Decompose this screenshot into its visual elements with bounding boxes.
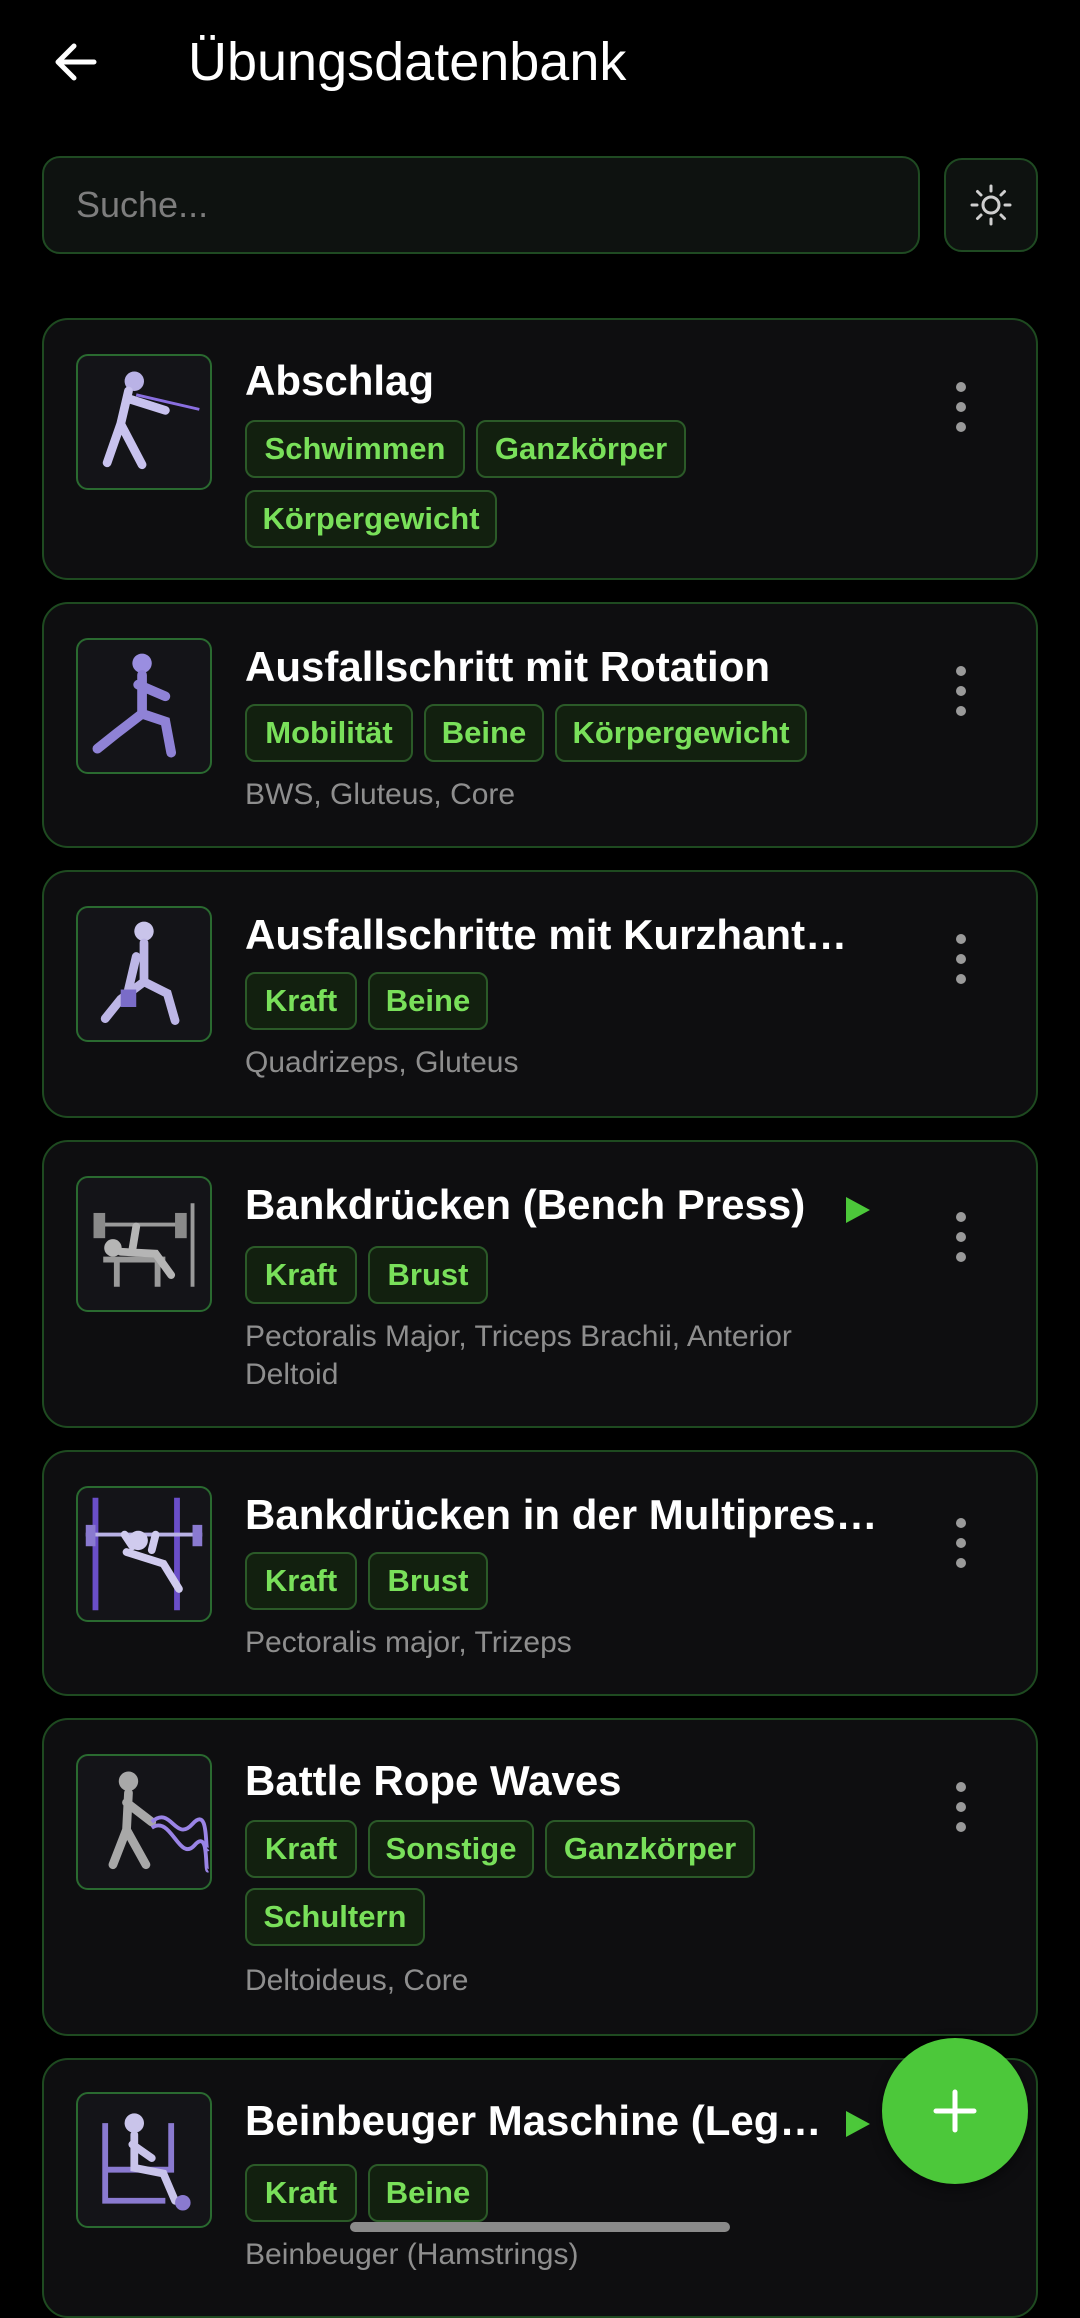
more-options-button[interactable]: [946, 934, 976, 984]
exercise-card[interactable]: Ausfallschritt mit Rotation Mobilität Be…: [42, 602, 1038, 848]
tag: Beine: [368, 972, 488, 1030]
more-options-button[interactable]: [946, 666, 976, 716]
muscle-groups: Pectoralis Major, Triceps Brachii, Anter…: [245, 1320, 792, 1391]
exercise-name: Bankdrücken (Bench Press): [245, 1181, 806, 1228]
page-title: Übungsdatenbank: [188, 32, 627, 92]
bench-press-figure-icon: [76, 1176, 212, 1312]
tag: Kraft: [245, 2164, 357, 2222]
exercise-name: Beinbeuger Maschine (Leg ...: [245, 2097, 825, 2144]
more-options-button[interactable]: [946, 382, 976, 432]
muscle-groups: Deltoideus, Core: [245, 1964, 469, 1997]
swim-pull-figure-icon: [76, 354, 212, 490]
exercise-name: Ausfallschritt mit Rotation: [245, 643, 771, 690]
exercise-card[interactable]: Bankdrücken (Bench Press) Kraft Brust Pe…: [42, 1140, 1038, 1428]
home-indicator[interactable]: [350, 2222, 730, 2232]
tag: Schwimmen: [245, 420, 465, 478]
more-options-button[interactable]: [946, 1782, 976, 1832]
muscle-groups: Pectoralis major, Trizeps: [245, 1626, 572, 1659]
app-header: Übungsdatenbank: [0, 0, 1080, 130]
tag: Kraft: [245, 1246, 357, 1304]
more-options-button[interactable]: [946, 1212, 976, 1262]
back-button[interactable]: [40, 30, 110, 94]
search-input[interactable]: [44, 183, 918, 227]
exercise-name: Abschlag: [245, 357, 435, 404]
tag: Kraft: [245, 972, 357, 1030]
tag: Ganzkörper: [545, 1820, 755, 1878]
tag: Kraft: [245, 1552, 357, 1610]
tag: Brust: [368, 1552, 488, 1610]
tag: Sonstige: [368, 1820, 534, 1878]
smith-machine-figure-icon: [76, 1486, 212, 1622]
tag: Körpergewicht: [245, 490, 497, 548]
plus-icon: [933, 2089, 977, 2133]
tag: Beine: [424, 704, 544, 762]
tag: Kraft: [245, 1820, 357, 1878]
play-video-icon[interactable]: [838, 1192, 874, 1228]
leg-curl-machine-figure-icon: [76, 2092, 212, 2228]
dumbbell-lunge-figure-icon: [76, 906, 212, 1042]
exercise-name: Bankdrücken in der Multipress...: [245, 1491, 885, 1538]
tag: Brust: [368, 1246, 488, 1304]
add-exercise-button[interactable]: [882, 2038, 1028, 2184]
tag: Ganzkörper: [476, 420, 686, 478]
exercise-card[interactable]: Abschlag Schwimmen Ganzkörper Körpergewi…: [42, 318, 1038, 580]
exercise-card[interactable]: Ausfallschritte mit Kurzhantel... Kraft …: [42, 870, 1038, 1118]
exercise-name: Battle Rope Waves: [245, 1757, 622, 1804]
tag: Körpergewicht: [555, 704, 807, 762]
muscle-groups: Quadrizeps, Gluteus: [245, 1046, 519, 1079]
lunge-figure-icon: [76, 638, 212, 774]
muscle-groups: Beinbeuger (Hamstrings): [245, 2238, 579, 2271]
sun-icon: [970, 184, 1012, 226]
tag: Beine: [368, 2164, 488, 2222]
tag: Schultern: [245, 1888, 425, 1946]
exercise-card[interactable]: Bankdrücken in der Multipress... Kraft B…: [42, 1450, 1038, 1696]
play-video-icon[interactable]: [838, 2106, 874, 2142]
tag: Mobilität: [245, 704, 413, 762]
muscle-groups: BWS, Gluteus, Core: [245, 778, 516, 811]
arrow-left-icon: [55, 43, 97, 81]
exercise-card[interactable]: Battle Rope Waves Kraft Sonstige Ganzkör…: [42, 1718, 1038, 2036]
theme-toggle-button[interactable]: [944, 158, 1038, 252]
exercise-name: Ausfallschritte mit Kurzhantel...: [245, 911, 865, 958]
battle-rope-figure-icon: [76, 1754, 212, 1890]
more-options-button[interactable]: [946, 1518, 976, 1568]
search-field[interactable]: [42, 156, 920, 254]
